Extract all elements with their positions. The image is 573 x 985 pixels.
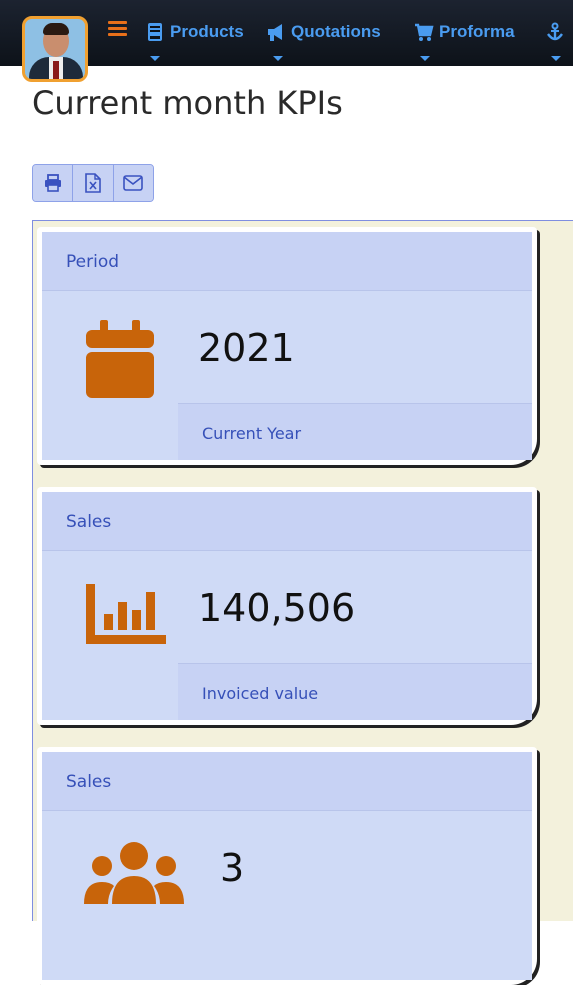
- nav-label-products: Products: [170, 22, 244, 41]
- email-icon: [123, 175, 144, 191]
- nav-label-proforma: Proforma: [439, 22, 515, 41]
- nav-item-proforma[interactable]: Proforma: [414, 20, 515, 44]
- anchor-icon: [547, 22, 563, 41]
- card-footer: Invoiced value: [178, 663, 532, 720]
- kpi-label: Period: [66, 252, 120, 272]
- page-title: Current month KPIs: [32, 84, 343, 122]
- kpi-card-sales-invoiced: Sales 140,506 Invoiced value: [37, 487, 537, 725]
- kpi-value: 140,506: [198, 586, 356, 630]
- card-footer: Current Year: [178, 403, 532, 460]
- excel-icon: [85, 173, 101, 193]
- calendar-icon: [86, 320, 154, 398]
- email-button[interactable]: [113, 165, 153, 201]
- kpi-card-period: Period 2021 Current Year: [37, 227, 537, 465]
- kpi-value: 3: [220, 846, 245, 890]
- export-toolbar: [32, 164, 154, 202]
- users-icon: [84, 842, 184, 904]
- cart-icon: [415, 23, 434, 41]
- chevron-down-icon[interactable]: [273, 56, 283, 61]
- chevron-down-icon[interactable]: [420, 56, 430, 61]
- avatar[interactable]: [22, 16, 88, 82]
- kpi-value: 2021: [198, 326, 295, 370]
- kpi-note: Invoiced value: [202, 684, 319, 703]
- megaphone-icon: [268, 24, 282, 41]
- kpi-note: Current Year: [202, 424, 302, 443]
- hamburger-icon[interactable]: [108, 21, 127, 37]
- print-button[interactable]: [33, 165, 74, 201]
- card-header: Sales: [42, 492, 532, 551]
- chevron-down-icon[interactable]: [150, 56, 160, 61]
- kpi-label: Sales: [66, 772, 112, 792]
- chevron-down-icon[interactable]: [551, 56, 561, 61]
- nav-item-more[interactable]: [545, 20, 570, 44]
- nav-item-quotations[interactable]: Quotations: [266, 20, 381, 44]
- nav-label-quotations: Quotations: [291, 22, 381, 41]
- export-excel-button[interactable]: [73, 165, 114, 201]
- kpi-card-sales-customers: Sales 3: [37, 747, 537, 985]
- bar-chart-icon: [86, 584, 166, 644]
- card-header: Sales: [42, 752, 532, 811]
- print-icon: [44, 174, 61, 192]
- nav-item-products[interactable]: Products: [145, 20, 244, 44]
- kpi-label: Sales: [66, 512, 112, 532]
- card-header: Period: [42, 232, 532, 291]
- book-icon: [148, 23, 162, 41]
- kpi-panel: Period 2021 Current Year Sales 140,506 I…: [32, 220, 573, 985]
